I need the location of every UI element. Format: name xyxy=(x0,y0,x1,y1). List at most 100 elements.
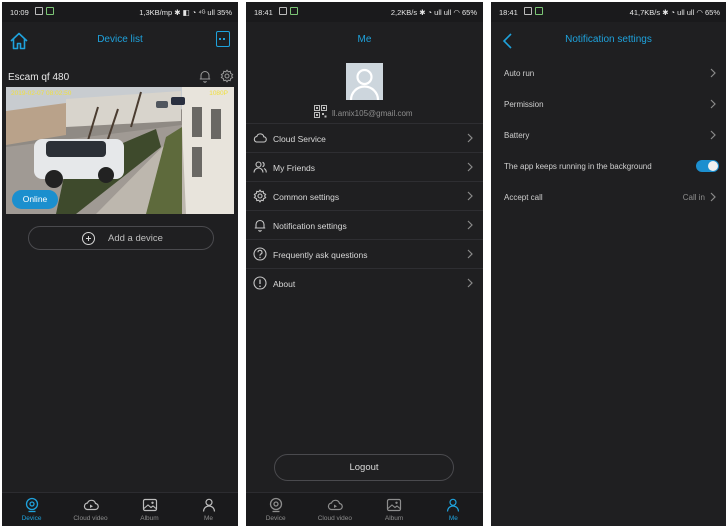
menu-item-my-friends[interactable]: My Friends xyxy=(246,152,483,181)
tab-label: Album xyxy=(384,515,404,522)
menu-item-cloud-service[interactable]: Cloud Service xyxy=(246,123,483,152)
chevron-right-icon xyxy=(467,249,473,259)
setting-label: Auto run xyxy=(504,69,535,78)
tab-album[interactable]: Album xyxy=(365,493,424,526)
title-bar: Me xyxy=(246,22,483,60)
avatar[interactable] xyxy=(346,63,383,100)
chevron-right-icon xyxy=(710,192,716,202)
status-indicators: 41,7KB/s ✱ ◔ ull ull ◠ 65% xyxy=(629,8,720,17)
status-indicators: 2,2KB/s ✱ ◔ ull ull ◠ 65% xyxy=(390,8,477,17)
setting-label: Permission xyxy=(504,100,544,109)
accept-call-value: Call in xyxy=(682,193,705,202)
title-bar: Notification settings xyxy=(491,22,726,60)
menu-item-label: Notification settings xyxy=(273,221,347,231)
online-status-badge: Online xyxy=(12,190,58,209)
tab-cloud-video[interactable]: Cloud video xyxy=(61,493,120,526)
camera-name: Escam qf 480 xyxy=(8,72,70,83)
menu-item-common-settings[interactable]: Common settings xyxy=(246,181,483,210)
menu-item-label: About xyxy=(273,279,296,289)
bottom-tab-bar: Device Cloud video Album Me xyxy=(2,492,238,526)
menu-item-faq[interactable]: Frequently ask questions xyxy=(246,239,483,268)
tab-device[interactable]: Device xyxy=(246,493,305,526)
cloud-video-icon xyxy=(83,499,99,511)
chevron-right-icon xyxy=(467,162,473,172)
info-icon xyxy=(253,276,267,290)
cloud-icon xyxy=(253,133,267,143)
tab-device[interactable]: Device xyxy=(2,493,61,526)
chevron-right-icon xyxy=(710,130,716,140)
notification-icons xyxy=(276,7,298,16)
camera-timestamp: 2019-02-07 08:02:50 xyxy=(11,90,72,97)
tab-label: Album xyxy=(140,515,159,522)
tab-me[interactable]: Me xyxy=(424,493,483,526)
notification-settings-screen: 18:41 41,7KB/s ✱ ◔ ull ull ◠ 65% Notific… xyxy=(491,2,726,526)
status-time: 18:41 xyxy=(254,8,273,17)
chevron-right-icon xyxy=(467,278,473,288)
camera-preview[interactable]: 2019-02-07 08:02:50 1080P Online xyxy=(6,87,234,214)
status-bar: 10:09 1,3KB/mp ✱ ◧ ◔ ⁴ᴳ ull 35% xyxy=(2,2,238,22)
album-icon xyxy=(142,498,157,512)
tab-label: Me xyxy=(448,515,458,522)
tab-cloud-video[interactable]: Cloud video xyxy=(305,493,364,526)
bottom-tab-bar: Device Cloud video Album Me xyxy=(246,492,483,526)
chevron-right-icon xyxy=(710,68,716,78)
logout-button[interactable]: Logout xyxy=(274,454,454,481)
page-title: Device list xyxy=(97,34,143,45)
notification-icons xyxy=(32,7,54,16)
setting-permission[interactable]: Permission xyxy=(491,89,726,120)
me-screen: 18:41 2,2KB/s ✱ ◔ ull ull ◠ 65% Me ll.am… xyxy=(246,2,483,526)
notification-icons xyxy=(521,7,543,16)
setting-label: Accept call xyxy=(504,193,543,202)
add-device-button[interactable]: Add a device xyxy=(28,226,214,250)
status-bar: 18:41 41,7KB/s ✱ ◔ ull ull ◠ 65% xyxy=(491,2,726,22)
tab-label: Me xyxy=(203,515,214,522)
qr-code-icon[interactable] xyxy=(314,105,327,118)
cloud-video-icon xyxy=(327,499,343,511)
title-bar: Device list xyxy=(2,22,238,60)
gear-icon[interactable] xyxy=(220,69,234,83)
tab-label: Device xyxy=(21,515,42,522)
status-time: 18:41 xyxy=(499,8,518,17)
setting-battery[interactable]: Battery xyxy=(491,120,726,151)
menu-item-label: Cloud Service xyxy=(273,134,326,144)
camera-resolution: 1080P xyxy=(209,90,228,97)
tab-album[interactable]: Album xyxy=(120,493,179,526)
status-time: 10:09 xyxy=(10,8,29,17)
tab-label: Cloud video xyxy=(317,515,353,522)
bell-icon xyxy=(254,219,266,232)
menu-item-notification-settings[interactable]: Notification settings xyxy=(246,210,483,239)
me-menu-list: Cloud Service My Friends Common settings… xyxy=(246,123,483,297)
device-icon xyxy=(269,497,282,513)
page-title: Notification settings xyxy=(565,34,652,45)
background-running-toggle[interactable] xyxy=(696,160,719,172)
menu-item-label: Frequently ask questions xyxy=(273,250,368,260)
settings-list: Auto run Permission Battery The app keep… xyxy=(491,58,726,213)
more-menu-icon[interactable] xyxy=(216,31,230,47)
setting-label: The app keeps running in the background xyxy=(504,162,652,171)
chevron-right-icon xyxy=(467,133,473,143)
album-icon xyxy=(387,498,402,512)
gear-icon xyxy=(253,189,267,203)
status-indicators: 1,3KB/mp ✱ ◧ ◔ ⁴ᴳ ull 35% xyxy=(139,8,232,17)
menu-item-label: Common settings xyxy=(273,192,340,202)
me-icon xyxy=(202,498,215,512)
plus-icon xyxy=(82,232,95,245)
menu-item-label: My Friends xyxy=(273,163,316,173)
status-bar: 18:41 2,2KB/s ✱ ◔ ull ull ◠ 65% xyxy=(246,2,483,22)
tab-label: Device xyxy=(265,515,286,522)
setting-auto-run[interactable]: Auto run xyxy=(491,58,726,89)
chevron-right-icon xyxy=(467,220,473,230)
question-icon xyxy=(253,247,267,261)
bell-icon[interactable] xyxy=(198,69,212,83)
friends-icon xyxy=(253,161,267,173)
add-device-label: Add a device xyxy=(108,233,163,244)
chevron-right-icon xyxy=(467,191,473,201)
tab-me[interactable]: Me xyxy=(179,493,238,526)
setting-label: Battery xyxy=(504,131,530,140)
page-title: Me xyxy=(357,34,372,45)
setting-accept-call[interactable]: Accept call Call in xyxy=(491,182,726,213)
device-list-screen: 10:09 1,3KB/mp ✱ ◧ ◔ ⁴ᴳ ull 35% Device l… xyxy=(2,2,238,526)
menu-item-about[interactable]: About xyxy=(246,268,483,297)
setting-background-running: The app keeps running in the background xyxy=(491,151,726,182)
avatar-placeholder-icon xyxy=(346,63,383,100)
